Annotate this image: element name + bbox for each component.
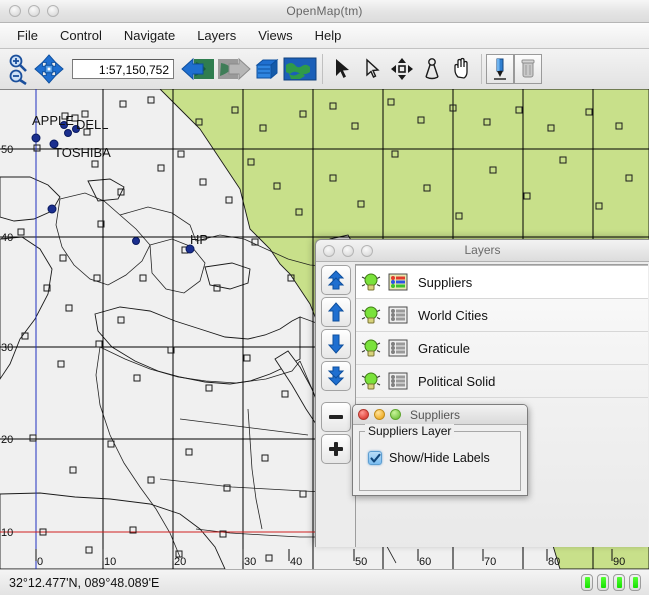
back-arrow-icon[interactable] (180, 52, 216, 86)
status-led-2 (597, 574, 609, 591)
show-hide-labels-label: Show/Hide Labels (389, 451, 490, 465)
layer-palette-icon[interactable] (388, 372, 408, 390)
lon-label-60: 60 (419, 556, 431, 568)
add-layer-button[interactable] (320, 434, 351, 464)
layer-palette-icon[interactable] (388, 306, 408, 324)
move-cross-icon[interactable] (387, 52, 417, 86)
lon-label-70: 70 (484, 556, 496, 568)
layer-name-world-cities: World Cities (418, 307, 488, 323)
map-label-hp: HP (190, 232, 208, 247)
layer-name-suppliers: Suppliers (418, 274, 473, 290)
lon-label-50: 50 (355, 556, 367, 568)
lon-label-0: 0 (37, 556, 43, 568)
layer-row-world-cities[interactable]: World Cities (356, 299, 648, 332)
menu-help[interactable]: Help (304, 25, 353, 46)
window-title: OpenMap(tm) (286, 4, 363, 18)
pan-arrows-icon[interactable] (34, 52, 64, 86)
trash-icon[interactable] (514, 54, 542, 84)
pen-tool-icon[interactable] (486, 54, 514, 84)
visibility-bulb-icon[interactable] (361, 271, 381, 293)
map-label-toshiba: TOSHIBA (54, 145, 111, 160)
scale-input[interactable]: 1:57,150,752 (72, 59, 174, 79)
layer-row-political-solid[interactable]: Political Solid (356, 365, 648, 398)
suppliers-minimize-button[interactable] (374, 409, 385, 420)
menu-layers[interactable]: Layers (186, 25, 247, 46)
layer-name-graticule: Graticule (418, 340, 471, 356)
move-up-button[interactable] (320, 297, 351, 327)
lon-label-10: 10 (104, 556, 116, 568)
map-label-apple: APPLE (32, 113, 74, 128)
move-to-bottom-button[interactable] (320, 361, 351, 391)
lon-label-20: 20 (174, 556, 186, 568)
menu-control[interactable]: Control (49, 25, 113, 46)
status-led-1 (581, 574, 593, 591)
grab-hand-icon[interactable] (447, 52, 477, 86)
layers-stack-icon[interactable] (252, 52, 282, 86)
map-label-dell: DELL (76, 117, 109, 132)
suppliers-dialog-title: Suppliers (410, 407, 461, 422)
distance-icon[interactable] (417, 52, 447, 86)
layer-row-suppliers[interactable]: Suppliers (356, 265, 648, 299)
suppliers-dialog: Suppliers Suppliers Layer Show/Hide Labe… (352, 404, 528, 496)
visibility-bulb-icon[interactable] (361, 370, 381, 392)
lat-label-30: 30 (1, 342, 13, 354)
toolbar: 1:57,150,752 (0, 49, 649, 90)
layer-palette-icon[interactable] (388, 339, 408, 357)
layers-dialog: Layers Suppliers World Cities Graticule … (315, 239, 649, 547)
pointer-arrow-icon[interactable] (357, 52, 387, 86)
layer-palette-icon[interactable] (388, 273, 408, 291)
statusbar: 32°12.477'N, 089°48.089'E (0, 569, 649, 595)
show-hide-labels-row[interactable]: Show/Hide Labels (368, 451, 512, 465)
checkmark-icon (369, 453, 381, 463)
suppliers-dialog-titlebar: Suppliers (353, 405, 527, 425)
forward-arrow-icon[interactable] (216, 52, 252, 86)
lat-label-50: 50 (1, 144, 13, 156)
layer-name-political-solid: Political Solid (418, 373, 496, 389)
suppliers-close-button[interactable] (358, 409, 369, 420)
lon-label-30: 30 (244, 556, 256, 568)
move-down-button[interactable] (320, 329, 351, 359)
move-to-top-button[interactable] (320, 265, 351, 295)
status-indicators (581, 574, 649, 591)
status-led-3 (613, 574, 625, 591)
visibility-bulb-icon[interactable] (361, 337, 381, 359)
coordinate-readout: 32°12.477'N, 089°48.089'E (9, 575, 160, 590)
suppliers-layer-group: Suppliers Layer Show/Hide Labels (359, 424, 521, 491)
show-hide-labels-checkbox[interactable] (368, 451, 382, 465)
menu-views[interactable]: Views (247, 25, 303, 46)
lon-label-90: 90 (613, 556, 625, 568)
pointer-select-icon[interactable] (327, 52, 357, 86)
openmap-window: OpenMap(tm) File Control Navigate Layers… (0, 0, 649, 595)
lon-label-80: 80 (548, 556, 560, 568)
world-map-icon[interactable] (282, 52, 318, 86)
lat-label-20: 20 (1, 434, 13, 446)
remove-layer-button[interactable] (320, 402, 351, 432)
status-led-4 (629, 574, 641, 591)
menu-navigate[interactable]: Navigate (113, 25, 186, 46)
lat-label-10: 10 (1, 527, 13, 539)
lon-label-40: 40 (290, 556, 302, 568)
suppliers-dialog-body: Suppliers Layer Show/Hide Labels (353, 424, 527, 495)
visibility-bulb-icon[interactable] (361, 304, 381, 326)
suppliers-group-label: Suppliers Layer (365, 424, 455, 438)
suppliers-zoom-button[interactable] (390, 409, 401, 420)
zoom-in-out-icon[interactable] (4, 52, 34, 86)
toolbar-separator (322, 54, 323, 84)
menu-file[interactable]: File (6, 25, 49, 46)
layers-dialog-titlebar: Layers (316, 240, 649, 262)
menubar: File Control Navigate Layers Views Help (0, 23, 649, 49)
layers-dialog-title: Layers (464, 243, 501, 257)
toolbar-separator-2 (481, 54, 482, 84)
layer-row-graticule[interactable]: Graticule (356, 332, 648, 365)
layer-order-buttons (316, 262, 354, 547)
window-titlebar: OpenMap(tm) (0, 0, 649, 23)
lat-label-40: 40 (1, 232, 13, 244)
